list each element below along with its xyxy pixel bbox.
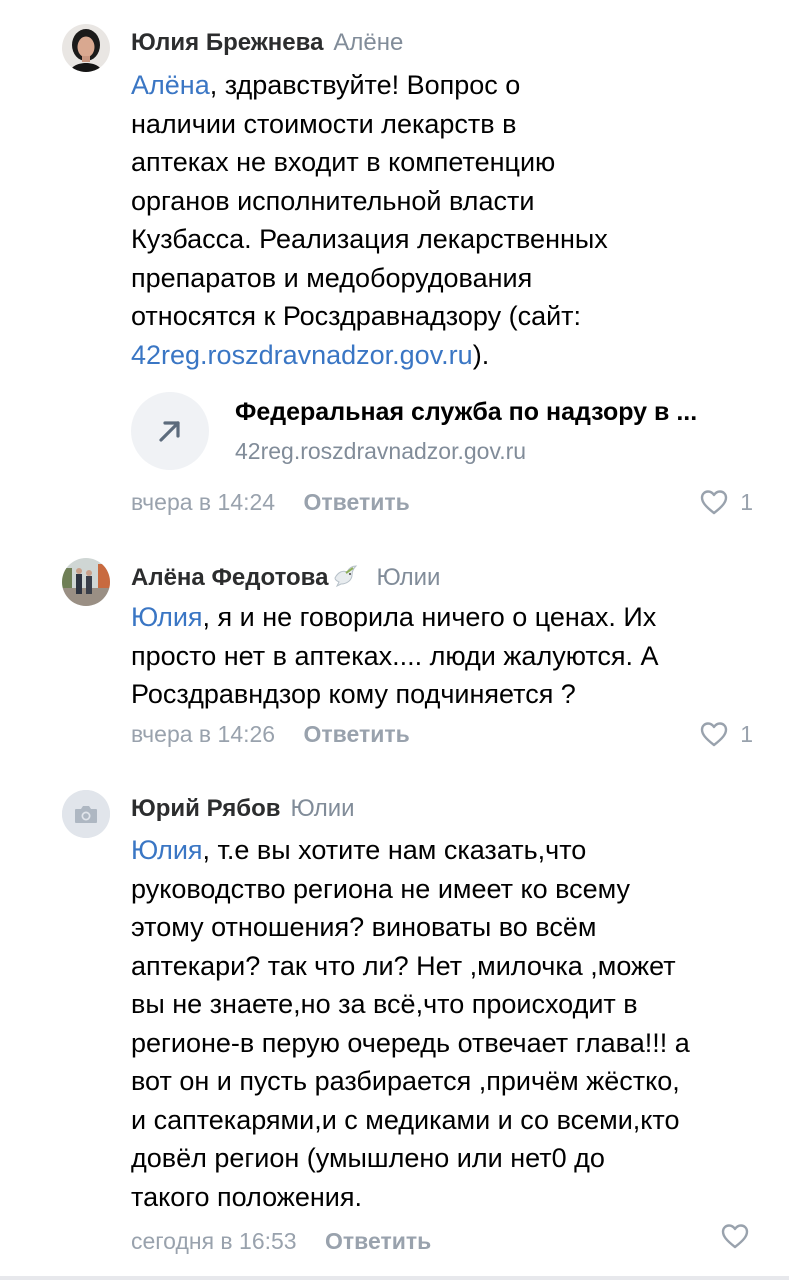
text-line: руководство региона не имеет ко всему xyxy=(131,873,631,904)
text-line: , я и не говорила ничего о ценах. Их xyxy=(202,602,657,632)
text-line: аптеках не входит в компетенцию xyxy=(131,147,556,177)
mention-link[interactable]: Юлия xyxy=(131,602,203,632)
snippet-title: Федеральная служба по надзору в ... xyxy=(235,398,698,426)
text-line: вы не знаете,но за всё,что происходит в xyxy=(131,989,638,1019)
comment-header: Юрий Рябов Юлии xyxy=(131,794,355,824)
text-line: вот он и пусть разбирается ,причём жёстк… xyxy=(131,1066,680,1096)
link-snippet[interactable]: Федеральная служба по надзору в ... 42re… xyxy=(131,392,771,476)
text-line: и саптекарями,и с медиками и со всеми,кт… xyxy=(131,1104,680,1135)
text-line: довёл регион (умышлено или нет0 до xyxy=(131,1143,605,1173)
author-name[interactable]: Юлия Брежнева xyxy=(131,29,323,56)
url-link[interactable]: 42reg.roszdravnadzor.gov.ru xyxy=(131,340,473,370)
reply-to[interactable]: Юлии xyxy=(376,564,440,591)
heart-icon xyxy=(721,1224,749,1249)
like-button[interactable] xyxy=(721,1223,749,1249)
avatar-photo xyxy=(62,24,110,72)
text-line: аптекари? так что ли? Нет ,милочка ,може… xyxy=(131,950,676,981)
comment-text: Алёна, здравствуйте! Вопрос о наличии ст… xyxy=(131,66,761,374)
dove-icon xyxy=(332,564,358,596)
mention-link[interactable]: Юлия xyxy=(131,835,203,865)
timestamp[interactable]: вчера в 14:24 xyxy=(131,484,275,520)
like-button[interactable]: 1 xyxy=(700,716,753,752)
text-line: регионе-в перую очередь отвечает глава!!… xyxy=(131,1027,690,1058)
text-line: ). xyxy=(472,339,490,370)
avatar[interactable] xyxy=(62,558,110,606)
text-line: этому отношения? виноваты во всём xyxy=(131,912,597,942)
timestamp[interactable]: вчера в 14:26 xyxy=(131,716,275,752)
avatar[interactable] xyxy=(62,790,110,838)
comment-header: Юлия Брежнева Алёне xyxy=(131,28,403,58)
text-line: органов исполнительной власти xyxy=(131,185,535,216)
reply-to[interactable]: Алёне xyxy=(333,29,403,56)
comment-footer: сегодня в 16:53 Ответить xyxy=(131,1223,753,1259)
text-line: , здравствуйте! Вопрос о xyxy=(209,70,521,100)
author-name[interactable]: Юрий Рябов xyxy=(131,795,281,822)
snippet-url: 42reg.roszdravnadzor.gov.ru xyxy=(235,438,527,464)
camera-icon xyxy=(62,790,110,838)
text-line: , т.е вы хотите нам сказать,что xyxy=(202,835,587,865)
like-count: 1 xyxy=(740,721,753,747)
comment-footer: вчера в 14:26 Ответить 1 xyxy=(131,716,753,752)
text-line: наличии стоимости лекарств в xyxy=(131,108,517,139)
like-button[interactable]: 1 xyxy=(700,484,753,520)
reply-button[interactable]: Ответить xyxy=(325,1223,431,1259)
divider xyxy=(0,1276,789,1280)
text-line: Кузбасса. Реализация лекарственных xyxy=(131,224,608,254)
comment-text: Юлия, я и не говорила ничего о ценах. Их… xyxy=(131,598,761,714)
avatar[interactable] xyxy=(62,24,110,72)
heart-icon xyxy=(701,722,728,747)
text-line: Росздравндзор кому подчиняется ? xyxy=(131,679,576,709)
comment-footer: вчера в 14:24 Ответить 1 xyxy=(131,484,753,520)
text-line: препаратов и медоборудования xyxy=(131,262,533,293)
arrow-up-right-icon xyxy=(131,392,209,470)
mention-link[interactable]: Алёна xyxy=(131,70,210,100)
text-line: относятся к Росздравнадзору (сайт: xyxy=(131,301,582,331)
reply-to[interactable]: Юлии xyxy=(291,795,355,822)
avatar-photo xyxy=(62,558,110,606)
reply-button[interactable]: Ответить xyxy=(304,716,410,752)
comment-header: Алёна Федотова Юлии xyxy=(131,563,440,596)
comment-text: Юлия, т.е вы хотите нам сказать,что руко… xyxy=(131,831,761,1216)
reply-button[interactable]: Ответить xyxy=(304,484,410,520)
timestamp[interactable]: сегодня в 16:53 xyxy=(131,1223,297,1259)
author-name[interactable]: Алёна Федотова xyxy=(131,564,328,591)
text-line: такого положения. xyxy=(131,1181,362,1212)
heart-icon xyxy=(701,490,728,515)
text-line: просто нет в аптеках.... люди жалуются. … xyxy=(131,640,659,671)
like-count: 1 xyxy=(740,489,753,515)
